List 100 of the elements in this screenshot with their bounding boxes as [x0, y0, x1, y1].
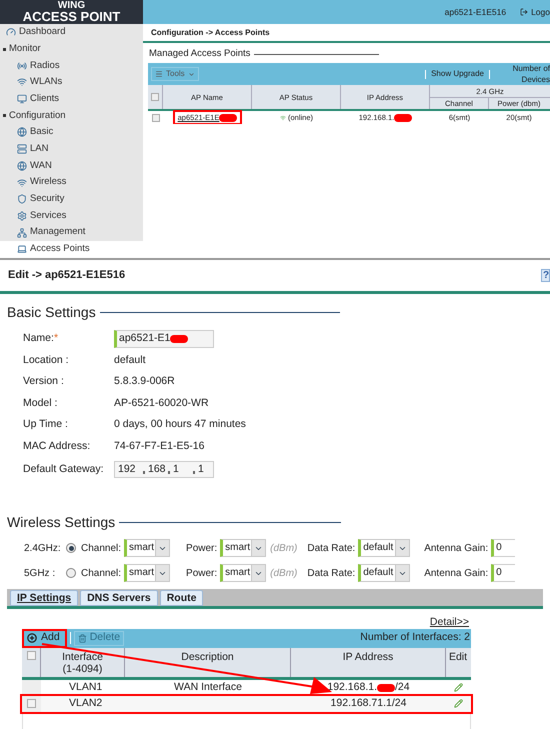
octet-value: 192	[118, 462, 136, 477]
table-cell-text: 192.168.71.1/24	[330, 696, 408, 711]
field-value: 74-67-F7-E1-E5-16	[114, 438, 204, 454]
logout-link[interactable]: Logo	[520, 6, 550, 18]
column-header: Edit	[448, 650, 468, 664]
edit-pencil-icon[interactable]	[454, 699, 462, 708]
sidebar-group[interactable]: Monitor	[9, 42, 41, 56]
page-title: Edit -> ap6521-E1E516	[8, 268, 126, 284]
dropdown[interactable]: smart	[220, 564, 266, 582]
antenna-gain-field[interactable]: 0	[491, 539, 516, 557]
octet-separator	[168, 471, 170, 474]
field-label: Version :	[23, 374, 65, 390]
tab[interactable]: Route	[160, 590, 204, 606]
field-label: Antenna Gain:	[424, 542, 488, 556]
sidebar-item[interactable]: Security	[0, 190, 143, 208]
caret-icon	[188, 70, 195, 78]
column-header: IP Address	[291, 648, 446, 676]
sidebar-item[interactable]: WLANs	[0, 74, 143, 91]
table-cell-text: VLAN1	[68, 680, 104, 695]
wifi-icon	[17, 178, 27, 188]
unit-label: (dBm)	[270, 542, 298, 556]
radio-button[interactable]	[66, 543, 76, 553]
checkbox[interactable]	[26, 650, 36, 660]
unit-label: (dBm)	[270, 566, 298, 580]
sidebar-item[interactable]: Wireless	[0, 174, 143, 191]
dropdown[interactable]: smart	[124, 539, 170, 557]
trash-icon	[78, 634, 87, 642]
antenna-gain-field[interactable]: 0	[491, 564, 516, 582]
section-title: Managed Access Points	[149, 47, 250, 61]
table-row[interactable]: VLAN2 192.168.71.1/24	[22, 696, 471, 712]
tab[interactable]: DNS Servers	[80, 590, 158, 606]
gateway-field[interactable]: 192 168 1 1	[114, 461, 214, 478]
laptop-icon	[17, 244, 27, 254]
checkbox[interactable]	[152, 114, 160, 122]
sidebar-item[interactable]: LAN	[0, 140, 143, 158]
field-label: Channel:	[81, 566, 122, 580]
breadcrumb: Configuration -> Access Points	[143, 24, 550, 43]
band-label: 2.4GHz:	[23, 542, 62, 556]
network-icon	[17, 228, 27, 238]
sidebar-item[interactable]: Management	[0, 224, 143, 241]
user-name: ap6521-E1E516	[444, 6, 506, 18]
shield-icon	[17, 194, 27, 204]
expand-marker-icon[interactable]	[3, 48, 6, 51]
table-cell-text: WAN Interface	[173, 680, 243, 695]
column-header: Description	[125, 648, 291, 676]
field-label: Default Gateway:	[23, 462, 105, 477]
column-header: Number of Devices	[512, 63, 550, 86]
sidebar-item[interactable]: Basic	[0, 124, 143, 141]
field-label: Location :	[23, 352, 70, 368]
checkbox[interactable]	[151, 93, 159, 102]
octet-value: 1	[173, 462, 179, 477]
field-label: MAC Address:	[23, 438, 92, 454]
sidebar-item[interactable]: Dashboard	[0, 24, 143, 41]
dropdown[interactable]: default	[358, 539, 410, 557]
gear-icon	[17, 210, 27, 221]
dropdown[interactable]: default	[358, 564, 410, 582]
expand-marker-icon[interactable]	[3, 114, 6, 118]
brand-banner: WING ACCESS POINT	[0, 0, 143, 24]
field-label: Power:	[186, 566, 218, 580]
band-label: 5GHz :	[23, 566, 56, 580]
redaction-mark	[170, 335, 188, 343]
field-value: 0 days, 00 hours 47 minutes	[114, 417, 246, 432]
field-value: 5.8.3.9-006R	[114, 374, 175, 390]
edit-pencil-icon[interactable]	[454, 683, 462, 692]
sidebar-item[interactable]: Services	[0, 208, 143, 224]
radio-icon	[17, 60, 27, 71]
sidebar-item[interactable]: Access Points	[0, 240, 143, 258]
detail-link[interactable]: Detail>>	[430, 614, 469, 628]
menu-icon	[155, 70, 163, 78]
table-cell-text: 192.168.1. /24	[326, 680, 411, 695]
column-header: Interface (1-4094)	[41, 648, 125, 676]
octet-value: 168	[148, 462, 166, 477]
sidebar-item[interactable]: WAN	[0, 158, 143, 174]
field-value: default	[114, 352, 146, 368]
sidebar-item[interactable]: Radios	[0, 57, 143, 74]
field-label: Power:	[186, 542, 218, 556]
field-label: Antenna Gain:	[424, 566, 488, 580]
table-cell-text: VLAN2	[68, 696, 104, 711]
tab[interactable]: IP Settings	[10, 590, 78, 606]
server-icon	[17, 144, 27, 154]
wifi-icon	[280, 114, 286, 121]
logout-icon	[520, 8, 528, 16]
monitor-icon	[17, 94, 27, 104]
octet-value: 1	[198, 462, 204, 477]
name-field[interactable]: ap6521-E1	[114, 330, 214, 348]
dropdown[interactable]: smart	[124, 564, 170, 582]
required-mark: *	[54, 332, 58, 344]
help-button[interactable]: ?	[541, 269, 550, 282]
sidebar-item[interactable]: Clients	[0, 90, 143, 108]
checkbox[interactable]	[27, 699, 36, 708]
gauge-icon	[6, 27, 16, 38]
octet-separator	[143, 471, 145, 474]
field-label: Name:*	[23, 331, 60, 346]
octet-separator	[193, 471, 195, 474]
field-label: Model :	[23, 396, 58, 411]
dropdown[interactable]: smart	[220, 539, 266, 557]
radio-button[interactable]	[66, 568, 76, 578]
section-title: Wireless Settings	[7, 512, 116, 532]
show-upgrade-button[interactable]: Show Upgrade	[426, 68, 489, 80]
sidebar-group[interactable]: Configuration	[9, 108, 66, 123]
